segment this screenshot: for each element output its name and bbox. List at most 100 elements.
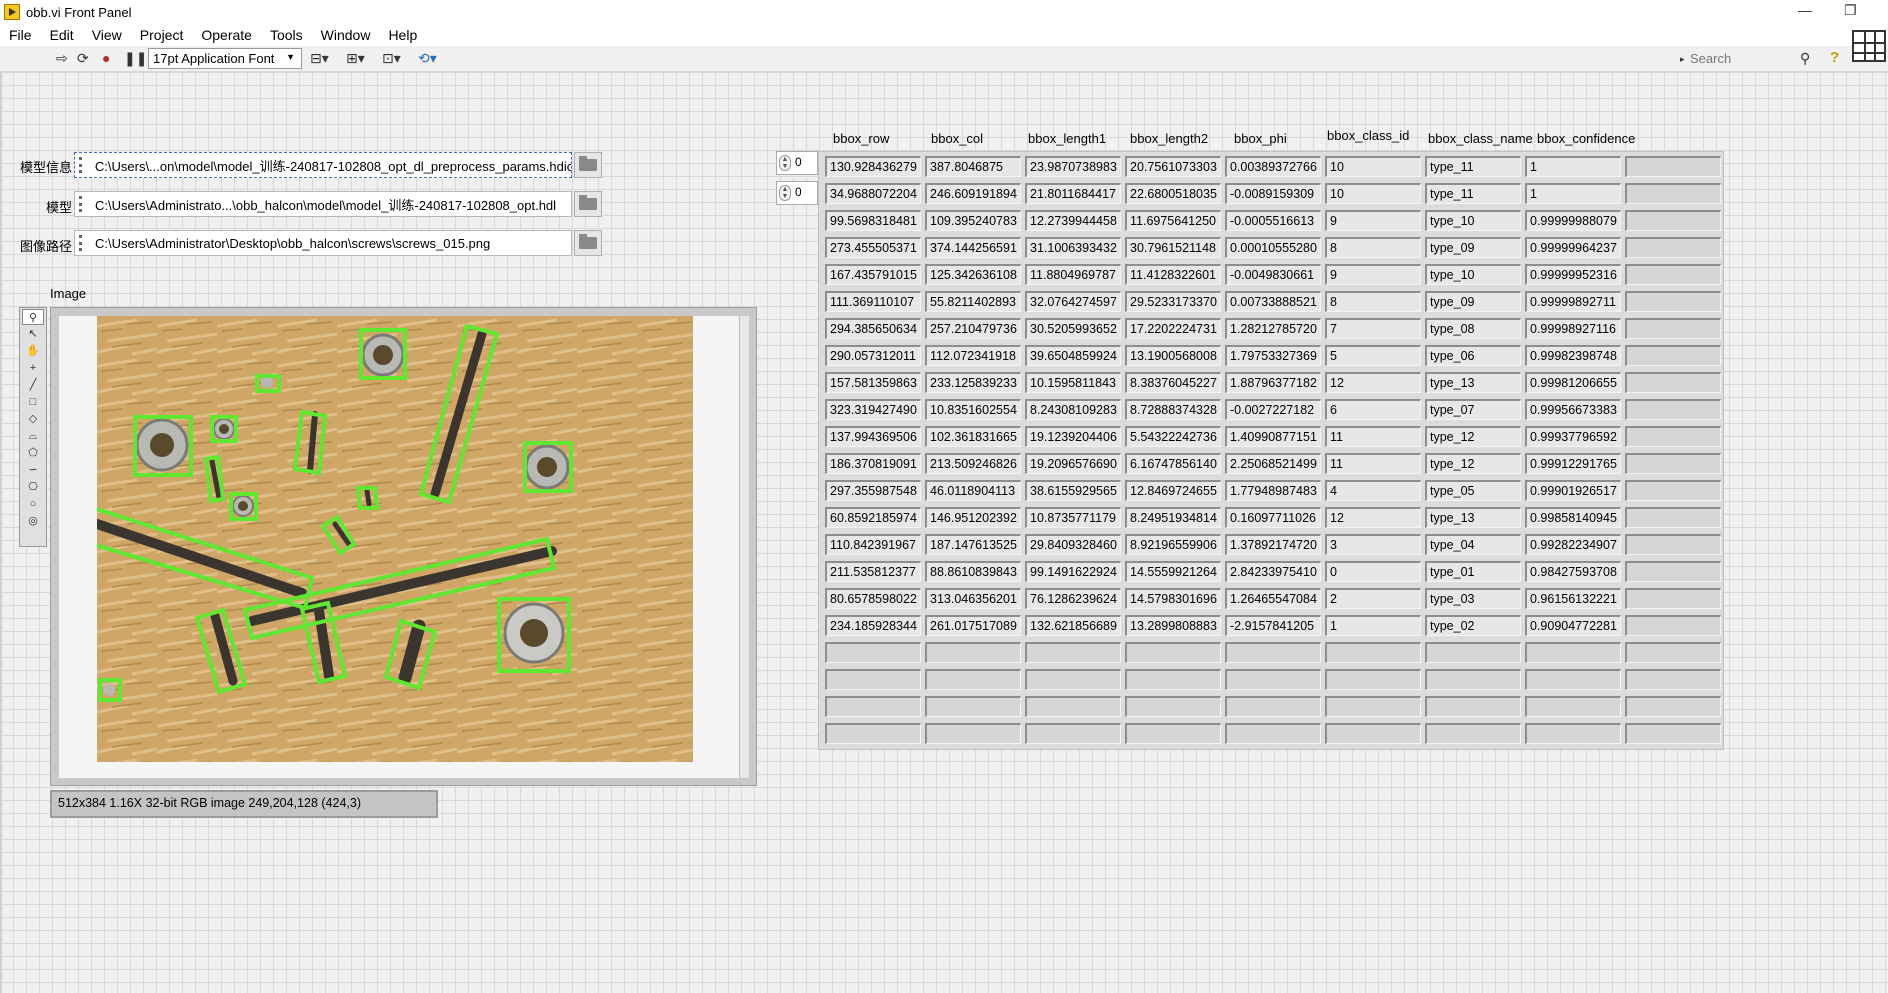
table-cell-empty[interactable]: [1625, 156, 1721, 177]
table-cell-empty[interactable]: [1625, 615, 1721, 636]
table-cell[interactable]: 0.99982398748: [1525, 345, 1621, 366]
connector-pane-icon[interactable]: [1852, 30, 1886, 62]
table-cell-empty[interactable]: [1425, 669, 1521, 690]
table-cell[interactable]: 246.609191894: [925, 183, 1021, 204]
search-icon[interactable]: ⚲: [1800, 50, 1810, 67]
table-cell[interactable]: 213.509246826: [925, 453, 1021, 474]
pointer-tool-icon[interactable]: ↖: [22, 326, 44, 342]
table-cell[interactable]: 3: [1325, 534, 1421, 555]
table-cell[interactable]: 10.1595811843: [1025, 372, 1121, 393]
table-cell[interactable]: 0.99937796592: [1525, 426, 1621, 447]
table-cell-empty[interactable]: [825, 642, 921, 663]
zoom-tool-icon[interactable]: ⚲: [22, 309, 44, 325]
table-cell[interactable]: 0.16097711026: [1225, 507, 1321, 528]
table-cell[interactable]: 2.84233975410: [1225, 561, 1321, 582]
table-cell-empty[interactable]: [1625, 561, 1721, 582]
menu-edit[interactable]: Edit: [41, 27, 83, 43]
table-cell[interactable]: 0.96156132221: [1525, 588, 1621, 609]
table-cell[interactable]: type_09: [1425, 291, 1521, 312]
line-tool-icon[interactable]: ╱: [22, 377, 44, 393]
table-cell[interactable]: 313.046356201: [925, 588, 1021, 609]
table-cell-empty[interactable]: [1625, 723, 1721, 744]
table-cell-empty[interactable]: [1625, 426, 1721, 447]
table-cell[interactable]: 109.395240783: [925, 210, 1021, 231]
table-cell[interactable]: 294.385650634: [825, 318, 921, 339]
table-cell[interactable]: 12.2739944458: [1025, 210, 1121, 231]
table-cell[interactable]: 38.6155929565: [1025, 480, 1121, 501]
table-cell[interactable]: 0.99999988079: [1525, 210, 1621, 231]
table-cell[interactable]: 1.88796377182: [1225, 372, 1321, 393]
run-arrow-icon[interactable]: ⇨: [56, 50, 68, 67]
table-cell[interactable]: 0.99912291765: [1525, 453, 1621, 474]
table-cell-empty[interactable]: [825, 723, 921, 744]
table-cell[interactable]: 1.26465547084: [1225, 588, 1321, 609]
table-cell-empty[interactable]: [1525, 642, 1621, 663]
table-cell[interactable]: 1.37892174720: [1225, 534, 1321, 555]
image-display[interactable]: [50, 307, 757, 786]
table-cell[interactable]: 234.185928344: [825, 615, 921, 636]
table-cell[interactable]: type_10: [1425, 210, 1521, 231]
table-cell[interactable]: 88.8610839843: [925, 561, 1021, 582]
table-cell[interactable]: 0.99981206655: [1525, 372, 1621, 393]
table-cell[interactable]: 1.40990877151: [1225, 426, 1321, 447]
table-cell[interactable]: 2: [1325, 588, 1421, 609]
table-cell-empty[interactable]: [1325, 723, 1421, 744]
pan-tool-icon[interactable]: ✋: [22, 343, 44, 359]
path-control-image-path[interactable]: C:\Users\Administrator\Desktop\obb_halco…: [74, 230, 572, 256]
restore-icon[interactable]: ❐: [1844, 2, 1857, 19]
table-cell[interactable]: 99.5698318481: [825, 210, 921, 231]
table-cell[interactable]: 273.455505371: [825, 237, 921, 258]
table-cell-empty[interactable]: [1625, 291, 1721, 312]
path-control-model[interactable]: C:\Users\Administrato...\obb_halcon\mode…: [74, 191, 572, 217]
table-cell[interactable]: 23.9870738983: [1025, 156, 1121, 177]
table-cell[interactable]: 187.147613525: [925, 534, 1021, 555]
browse-button-image-path[interactable]: [574, 230, 602, 256]
table-cell[interactable]: type_09: [1425, 237, 1521, 258]
table-cell-empty[interactable]: [1125, 642, 1221, 663]
table-cell[interactable]: 0.00733888521: [1225, 291, 1321, 312]
table-cell[interactable]: 8.38376045227: [1125, 372, 1221, 393]
resize-objects-icon[interactable]: ⊡▾: [382, 50, 401, 67]
table-cell[interactable]: 157.581359863: [825, 372, 921, 393]
table-cell[interactable]: 29.5233173370: [1125, 291, 1221, 312]
path-control-model-info[interactable]: C:\Users\...on\model\model_训练-240817-102…: [74, 152, 572, 178]
table-cell[interactable]: 257.210479736: [925, 318, 1021, 339]
table-cell[interactable]: -0.0005516613: [1225, 210, 1321, 231]
table-cell[interactable]: 0: [1325, 561, 1421, 582]
table-cell[interactable]: 5.54322242736: [1125, 426, 1221, 447]
table-cell[interactable]: 374.144256591: [925, 237, 1021, 258]
table-cell[interactable]: 11.4128322601: [1125, 264, 1221, 285]
table-cell[interactable]: 12: [1325, 372, 1421, 393]
table-cell-empty[interactable]: [1425, 723, 1521, 744]
table-cell[interactable]: -2.9157841205: [1225, 615, 1321, 636]
help-icon[interactable]: ?: [1830, 49, 1839, 66]
table-cell[interactable]: type_13: [1425, 507, 1521, 528]
table-cell-empty[interactable]: [925, 723, 1021, 744]
table-cell-empty[interactable]: [1625, 480, 1721, 501]
table-cell[interactable]: 30.5205993652: [1025, 318, 1121, 339]
table-cell[interactable]: 5: [1325, 345, 1421, 366]
table-cell-empty[interactable]: [1625, 642, 1721, 663]
table-cell[interactable]: 39.6504859924: [1025, 345, 1121, 366]
table-cell[interactable]: type_06: [1425, 345, 1521, 366]
table-cell[interactable]: 13.2899808883: [1125, 615, 1221, 636]
search-input[interactable]: Search: [1682, 49, 1842, 69]
table-cell-empty[interactable]: [925, 696, 1021, 717]
menu-project[interactable]: Project: [131, 27, 193, 43]
table-cell[interactable]: 111.369110107: [825, 291, 921, 312]
table-cell-empty[interactable]: [1625, 318, 1721, 339]
table-cell[interactable]: 233.125839233: [925, 372, 1021, 393]
table-cell-empty[interactable]: [1625, 264, 1721, 285]
table-cell[interactable]: 8.92196559906: [1125, 534, 1221, 555]
table-cell[interactable]: type_10: [1425, 264, 1521, 285]
table-cell[interactable]: type_11: [1425, 183, 1521, 204]
table-cell[interactable]: 186.370819091: [825, 453, 921, 474]
annulus-tool-icon[interactable]: ⌓: [22, 428, 44, 444]
table-cell[interactable]: 261.017517089: [925, 615, 1021, 636]
table-cell[interactable]: type_07: [1425, 399, 1521, 420]
table-cell[interactable]: 1.77948987483: [1225, 480, 1321, 501]
column-index-spinner-icon[interactable]: ▲ ▼: [779, 185, 791, 201]
table-cell[interactable]: 99.1491622924: [1025, 561, 1121, 582]
table-cell[interactable]: 10: [1325, 183, 1421, 204]
broken-line-tool-icon[interactable]: ⎔: [22, 479, 44, 495]
